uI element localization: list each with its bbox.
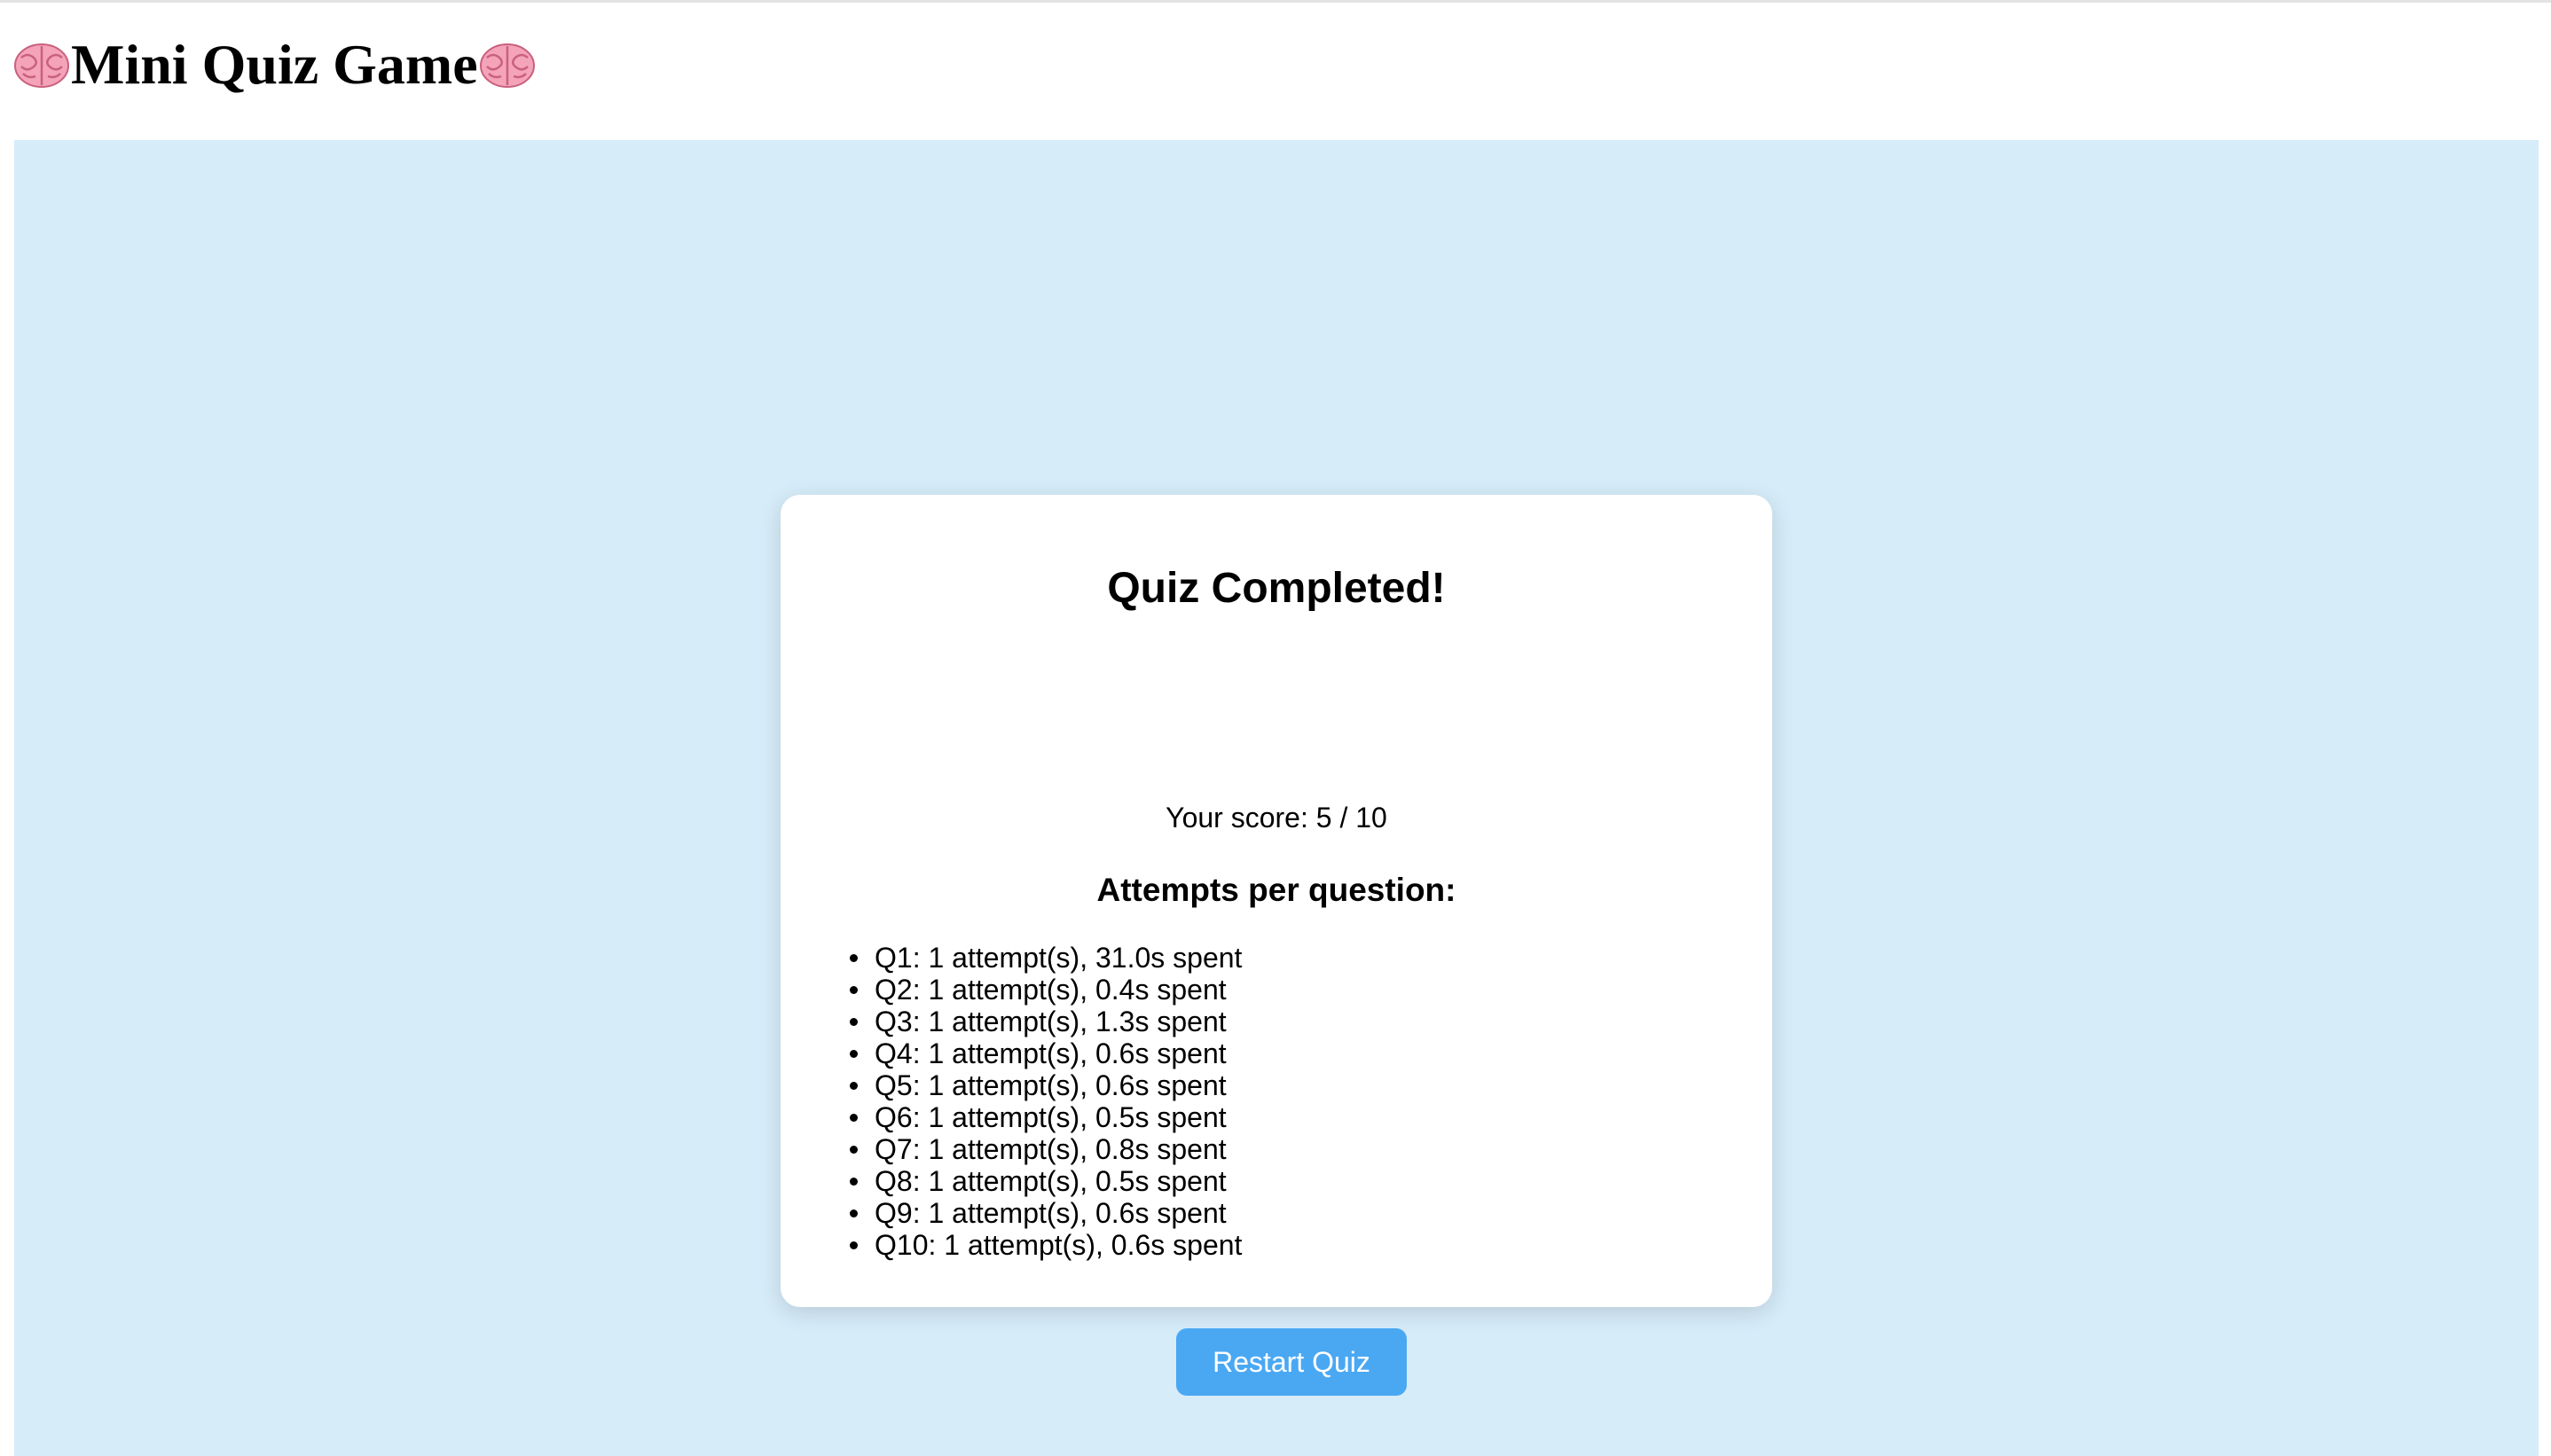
bullet bbox=[850, 1209, 858, 1217]
page-title: Mini Quiz Game bbox=[12, 25, 537, 105]
list-item: Q10: 1 attempt(s), 0.6s spent bbox=[850, 1229, 1243, 1261]
restart-quiz-button[interactable]: Restart Quiz bbox=[1176, 1328, 1407, 1396]
list-item: Q5: 1 attempt(s), 0.6s spent bbox=[850, 1069, 1242, 1101]
bullet bbox=[850, 1050, 858, 1058]
bullet bbox=[850, 1241, 858, 1249]
attempt-text: Q10: 1 attempt(s), 0.6s spent bbox=[875, 1229, 1243, 1261]
score-text: Your score: 5 / 10 bbox=[1166, 802, 1387, 834]
list-item: Q3: 1 attempt(s), 1.3s spent bbox=[850, 1006, 1242, 1037]
list-item: Q2: 1 attempt(s), 0.4s spent bbox=[850, 974, 1242, 1006]
bullet bbox=[850, 1114, 858, 1122]
attempts-list: Q1: 1 attempt(s), 31.0s spent Q2: 1 atte… bbox=[850, 942, 1243, 1261]
attempt-text: Q7: 1 attempt(s), 0.8s spent bbox=[875, 1133, 1227, 1165]
brain-icon bbox=[12, 40, 71, 90]
list-item: Q7: 1 attempt(s), 0.8s spent bbox=[850, 1133, 1242, 1165]
bullet bbox=[850, 1082, 858, 1090]
bullet bbox=[850, 954, 858, 962]
attempt-text: Q4: 1 attempt(s), 0.6s spent bbox=[875, 1037, 1227, 1069]
list-item: Q1: 1 attempt(s), 31.0s spent bbox=[850, 942, 1243, 974]
bullet bbox=[850, 1018, 858, 1026]
quiz-stage: Quiz Completed! Your score: 5 / 10 Attem… bbox=[14, 140, 2539, 1456]
attempt-text: Q3: 1 attempt(s), 1.3s spent bbox=[875, 1006, 1227, 1037]
page-title-text: Mini Quiz Game bbox=[71, 33, 478, 96]
list-item: Q4: 1 attempt(s), 0.6s spent bbox=[850, 1037, 1242, 1069]
attempt-text: Q8: 1 attempt(s), 0.5s spent bbox=[875, 1165, 1227, 1197]
attempt-text: Q1: 1 attempt(s), 31.0s spent bbox=[875, 942, 1243, 974]
bullet bbox=[850, 1178, 858, 1186]
list-item: Q9: 1 attempt(s), 0.6s spent bbox=[850, 1197, 1242, 1229]
list-item: Q8: 1 attempt(s), 0.5s spent bbox=[850, 1165, 1242, 1197]
brain-icon bbox=[478, 40, 537, 90]
attempt-text: Q5: 1 attempt(s), 0.6s spent bbox=[875, 1069, 1227, 1101]
top-divider bbox=[0, 0, 2551, 3]
attempt-text: Q9: 1 attempt(s), 0.6s spent bbox=[875, 1197, 1227, 1229]
list-item: Q6: 1 attempt(s), 0.5s spent bbox=[850, 1101, 1242, 1133]
results-title: Quiz Completed! bbox=[1107, 565, 1446, 612]
results-card: Quiz Completed! Your score: 5 / 10 Attem… bbox=[781, 495, 1772, 1396]
attempts-heading: Attempts per question: bbox=[1096, 872, 1456, 908]
attempt-text: Q2: 1 attempt(s), 0.4s spent bbox=[875, 974, 1227, 1006]
attempt-text: Q6: 1 attempt(s), 0.5s spent bbox=[875, 1101, 1227, 1133]
bullet bbox=[850, 1146, 858, 1154]
bullet bbox=[850, 986, 858, 994]
